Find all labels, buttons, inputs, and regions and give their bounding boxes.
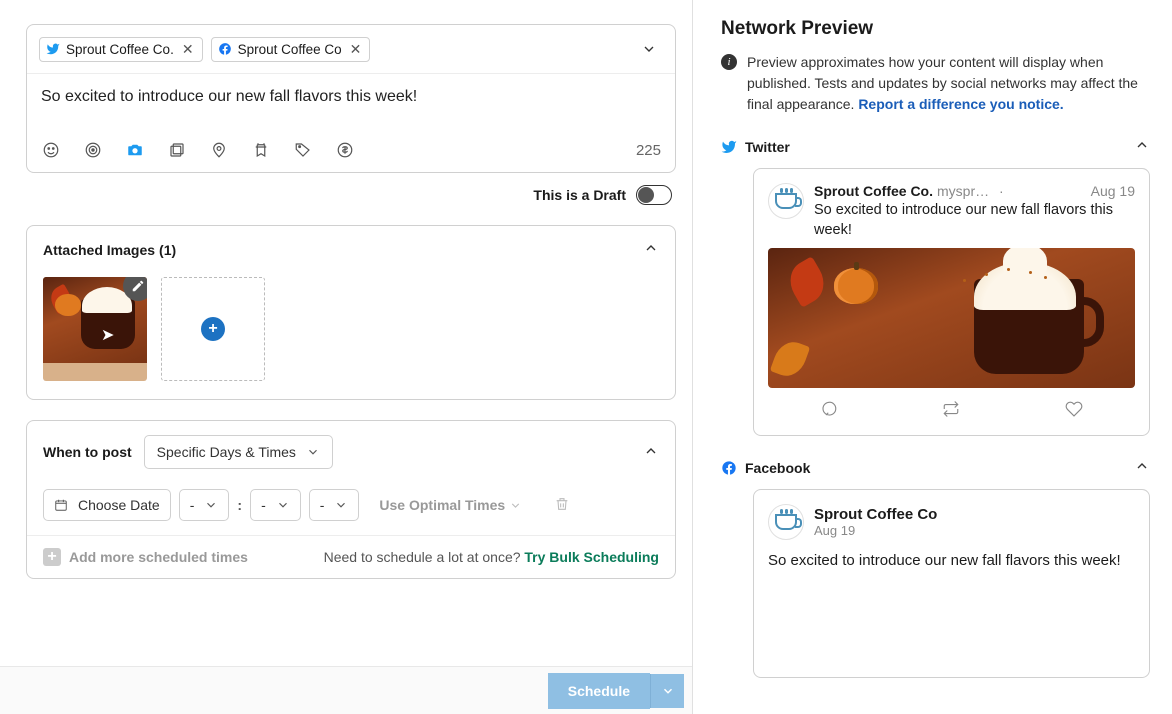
footer-bar: Schedule [0,666,692,714]
info-icon: i [721,54,737,70]
location-pin-icon[interactable] [209,140,229,160]
facebook-preview-header[interactable]: Facebook [721,458,1150,489]
preview-info: i Preview approximates how your content … [721,52,1150,115]
plus-icon: + [201,317,225,341]
when-to-post-title: When to post [43,444,132,460]
hour-select[interactable]: - [179,489,230,521]
date-picker[interactable]: Choose Date [43,489,171,521]
date-placeholder: Choose Date [78,497,160,513]
add-more-times-button[interactable]: Add more scheduled times [69,549,248,565]
camera-icon[interactable] [125,140,145,160]
avatar [768,183,804,219]
when-to-post-card: When to post Specific Days & Times Choos… [26,420,676,579]
fb-text: So excited to introduce our new fall fla… [768,550,1135,571]
try-bulk-link[interactable]: Try Bulk Scheduling [524,549,659,565]
twitter-preview-card: Sprout Coffee Co. myspro… · Aug 19 So ex… [753,168,1150,436]
char-count: 225 [636,142,661,159]
chevron-up-icon [1134,137,1150,156]
approval-icon[interactable] [251,140,271,160]
tw-actions [768,400,1135,421]
ampm-select[interactable]: - [309,489,360,521]
draft-toggle[interactable] [636,185,672,205]
calendar-icon [54,498,68,512]
facebook-icon [721,460,737,476]
minute-select[interactable]: - [250,489,301,521]
schedule-mode-select[interactable]: Specific Days & Times [144,435,333,469]
twitter-preview-header[interactable]: Twitter [721,137,1150,168]
delete-time-icon[interactable] [554,496,570,515]
draft-toggle-row: This is a Draft [26,173,676,205]
compose-card: Sprout Coffee Co. ✕ Sprout Coffee Co ✕ S… [26,24,676,173]
tw-handle: myspro… [937,183,995,199]
twitter-icon [721,139,737,155]
time-colon: : [237,497,242,513]
fb-preview-image [754,583,1149,663]
chevron-up-icon [643,240,659,259]
reply-icon[interactable] [820,400,838,421]
draft-label: This is a Draft [533,187,626,203]
attached-images-header[interactable]: Attached Images (1) [27,226,675,273]
twitter-section-label: Twitter [745,139,790,155]
add-more-times-row: + Add more scheduled times Need to sched… [27,535,675,578]
tag-icon[interactable] [293,140,313,160]
schedule-dropdown-button[interactable] [650,674,684,708]
retweet-icon[interactable] [942,400,960,421]
target-icon[interactable] [83,140,103,160]
avatar [768,504,804,540]
network-preview-pane: Network Preview i Preview approximates h… [692,0,1172,714]
bulk-prompt: Need to schedule a lot at once? [324,549,521,565]
profile-picker-row: Sprout Coffee Co. ✕ Sprout Coffee Co ✕ [27,25,675,74]
facebook-icon [218,42,232,56]
attached-images-title: Attached Images [43,242,155,258]
report-difference-link[interactable]: Report a difference you notice. [858,96,1063,112]
schedule-mode-value: Specific Days & Times [157,444,296,460]
when-to-post-header[interactable]: When to post Specific Days & Times [27,421,675,483]
monetize-icon[interactable] [335,140,355,160]
attached-images-count: (1) [159,242,176,258]
emoji-icon[interactable] [41,140,61,160]
facebook-section-label: Facebook [745,460,810,476]
chip-label: Sprout Coffee Co [238,42,342,57]
chip-remove-icon[interactable]: ✕ [350,42,362,56]
compose-toolbar: 225 [27,132,675,172]
add-image-button[interactable]: + [161,277,265,381]
facebook-preview-card: Sprout Coffee Co Aug 19 So excited to in… [753,489,1150,678]
tw-date: Aug 19 [1091,183,1135,199]
profile-chip-facebook[interactable]: Sprout Coffee Co ✕ [211,37,371,62]
chip-remove-icon[interactable]: ✕ [182,42,194,56]
chevron-up-icon [1134,458,1150,477]
profile-picker-toggle[interactable] [635,35,663,63]
chip-label: Sprout Coffee Co. [66,42,174,57]
tw-text: So excited to introduce our new fall fla… [814,201,1135,240]
network-preview-title: Network Preview [721,18,1150,40]
twitter-icon [46,42,60,56]
chevron-up-icon [643,443,659,462]
profile-chip-twitter[interactable]: Sprout Coffee Co. ✕ [39,37,203,62]
use-optimal-times[interactable]: Use Optimal Times [379,497,522,513]
fb-date: Aug 19 [814,523,937,538]
fb-display-name: Sprout Coffee Co [814,506,937,523]
plus-icon: + [43,548,61,566]
gallery-icon[interactable] [167,140,187,160]
attached-image-thumb[interactable]: ➤ [43,277,147,381]
tw-display-name: Sprout Coffee Co. [814,183,933,199]
like-icon[interactable] [1065,400,1083,421]
tw-preview-image [768,248,1135,388]
attached-images-card: Attached Images (1) [26,225,676,400]
schedule-button[interactable]: Schedule [548,673,650,709]
compose-textarea[interactable]: So excited to introduce our new fall fla… [27,74,675,132]
